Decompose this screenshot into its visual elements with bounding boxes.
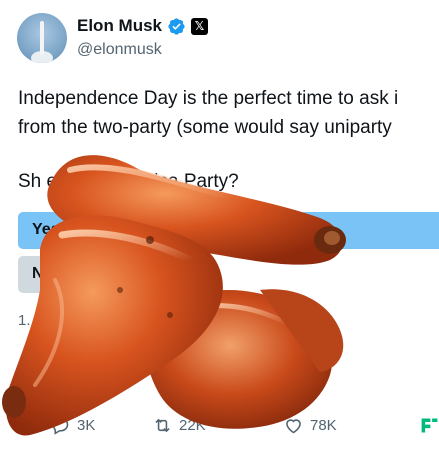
avatar-rocket — [40, 21, 44, 55]
poll-votes: 1. — [18, 312, 31, 329]
reply-count: 3K — [77, 417, 96, 434]
grok-button[interactable] — [419, 415, 439, 436]
wing-bottom-right — [146, 289, 344, 429]
grok-icon — [421, 418, 438, 433]
poll-option-yes[interactable]: Yes — [18, 212, 439, 249]
like-button[interactable]: 78K — [283, 415, 337, 436]
action-bar: 3K 22K 78K — [0, 411, 439, 441]
like-count: 78K — [310, 417, 337, 434]
author-name[interactable]: Elon Musk — [77, 16, 162, 36]
author-row: Elon Musk 𝕏 — [77, 15, 209, 37]
reply-button[interactable]: 3K — [50, 415, 95, 436]
like-icon — [286, 419, 301, 434]
author-handle[interactable]: @elonmusk — [77, 41, 162, 59]
poll-option-yes-label: Yes — [32, 221, 60, 238]
verified-badge-icon[interactable] — [167, 17, 186, 36]
tweet-line-2: from the two-party (some would say unipa… — [18, 117, 392, 138]
poll-option-no[interactable]: N — [18, 256, 208, 293]
poll-option-no-label: N — [32, 265, 44, 282]
poll-question: Sh ete the America Party? — [18, 171, 239, 192]
tweet-line-1: Independence Day is the perfect time to … — [18, 88, 399, 109]
tweet-text: Independence Day is the perfect time to … — [18, 84, 439, 142]
avatar[interactable] — [17, 13, 67, 63]
repost-icon — [155, 418, 170, 433]
x-logo-icon: 𝕏 — [191, 17, 209, 35]
repost-button[interactable]: 22K — [152, 415, 206, 436]
repost-count: 22K — [179, 417, 206, 434]
reply-icon — [52, 417, 69, 435]
